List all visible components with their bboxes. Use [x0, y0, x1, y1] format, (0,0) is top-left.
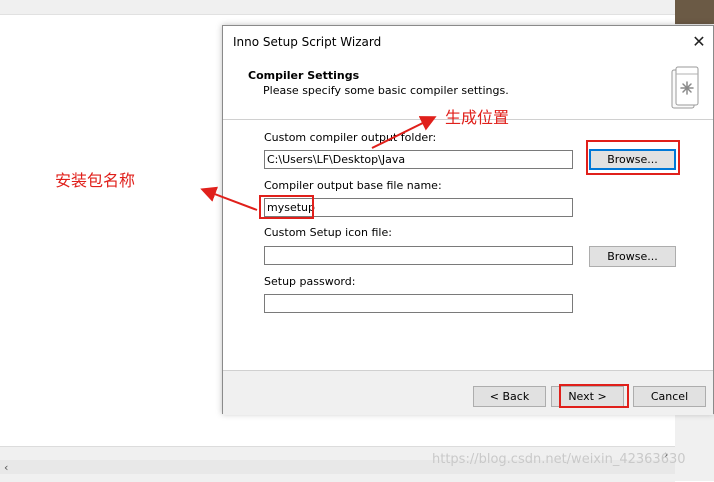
package-name-annotation: 安装包名称	[55, 171, 136, 190]
output-location-arrow	[371, 116, 437, 149]
watermark-text: https://blog.csdn.net/weixin_42363630	[432, 452, 686, 467]
package-name-arrow	[200, 186, 258, 211]
annotation-arrows	[200, 116, 437, 211]
output-location-annotation: 生成位置	[445, 108, 510, 127]
